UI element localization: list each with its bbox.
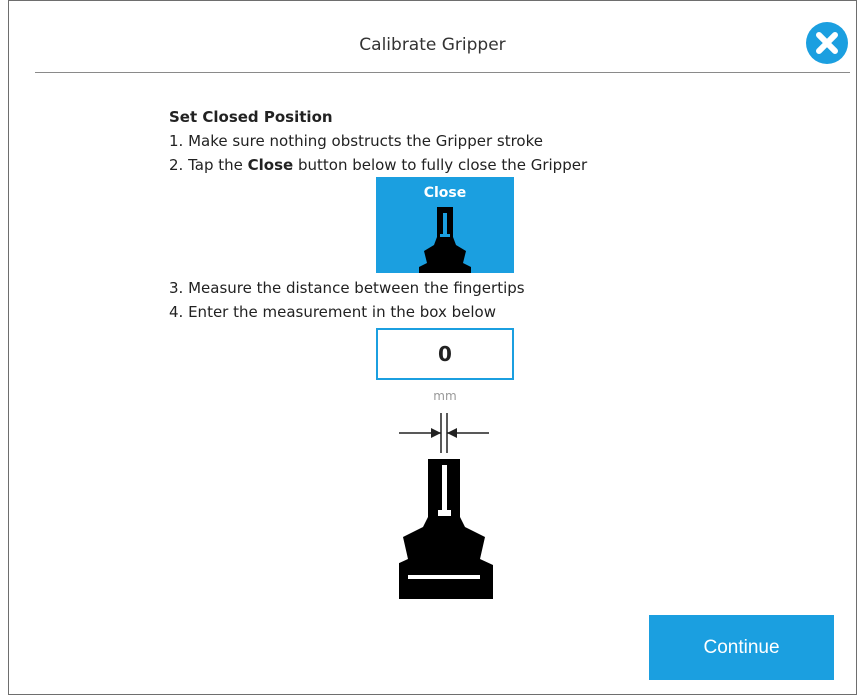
header-divider	[35, 72, 850, 73]
step-2-prefix: 2. Tap the	[169, 156, 248, 174]
gripper-diagram-icon	[399, 413, 493, 599]
dialog-header: Calibrate Gripper	[9, 1, 856, 73]
step-2-bold: Close	[247, 156, 294, 174]
step-2: 2. Tap the Close button below to fully c…	[169, 153, 587, 177]
close-button[interactable]	[806, 22, 848, 64]
step-1: 1. Make sure nothing obstructs the Gripp…	[169, 132, 543, 150]
instructions-top: Set Closed Position 1. Make sure nothing…	[169, 105, 587, 177]
continue-button[interactable]: Continue	[649, 615, 834, 680]
measurement-input[interactable]: 0	[376, 328, 514, 380]
step-2-suffix: button below to fully close the Gripper	[293, 156, 588, 174]
instructions-heading: Set Closed Position	[169, 108, 333, 126]
step-4: 4. Enter the measurement in the box belo…	[169, 303, 496, 321]
step-3: 3. Measure the distance between the fing…	[169, 279, 525, 297]
close-icon	[816, 32, 838, 54]
close-gripper-button-label: Close	[423, 185, 467, 201]
calibrate-gripper-dialog: Calibrate Gripper Set Closed Position 1.…	[8, 0, 857, 695]
dialog-title: Calibrate Gripper	[359, 35, 506, 55]
measurement-unit: mm	[433, 389, 457, 403]
close-gripper-button[interactable]: Close	[376, 177, 514, 273]
instructions-bottom: 3. Measure the distance between the fing…	[169, 276, 525, 324]
closed-gripper-icon	[419, 207, 471, 273]
